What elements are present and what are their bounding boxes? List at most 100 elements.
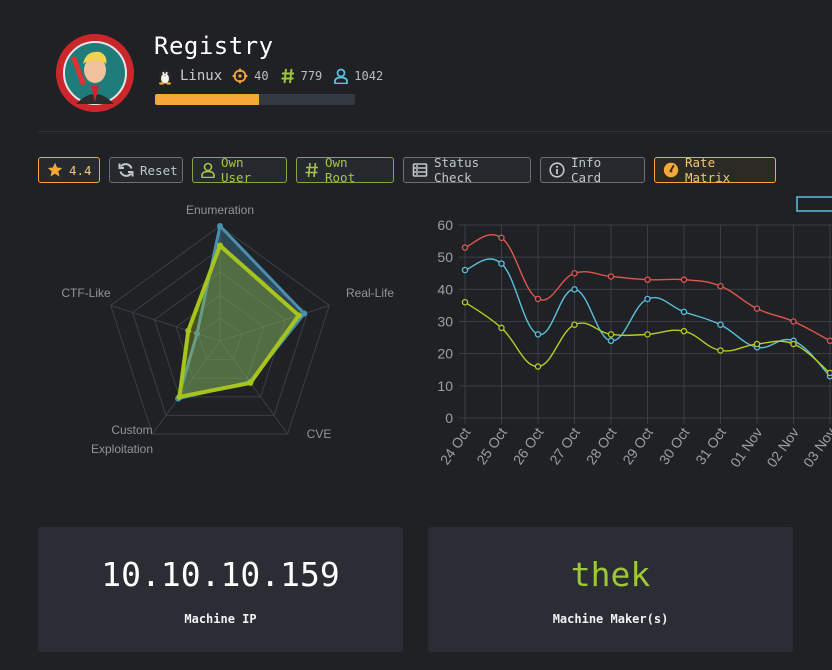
line-point [534,295,542,303]
line-point [571,286,578,293]
machine-meta: Linux 40 779 1042 [156,66,389,86]
refresh-icon [118,162,134,178]
info-card-button[interactable]: Info Card [540,155,645,185]
line-point [790,340,797,348]
line-point [498,324,505,332]
line-point [461,298,469,306]
radar-axis-label: Real-Life [346,286,394,300]
legend-box [796,196,832,212]
own-root-button[interactable]: Own Root [296,155,394,185]
line-point [607,337,615,345]
status-check-label: Status Check [434,155,480,185]
y-tick-label: 0 [445,410,453,426]
linux-penguin-icon [156,67,174,85]
machine-avatar [56,34,134,112]
rating-button[interactable]: 4.4 [38,157,100,183]
radar-chart: Enumeration Real-Life CVE Custom Exploitatio… [61,203,394,456]
hash-icon [281,68,295,84]
line-point [753,305,761,312]
line-point [680,327,688,335]
line-point [826,369,832,377]
radar-point [295,312,302,319]
user-icon [201,162,215,178]
own-user-button[interactable]: Own User [192,155,287,185]
y-tick-label: 20 [437,346,453,362]
user-icon [334,68,349,84]
reset-label: Reset [140,162,178,178]
machine-name: Registry [154,32,274,60]
machine-ip-label: Machine IP [184,612,257,626]
info-card-label: Info Card [571,155,602,185]
target-icon [232,68,248,84]
line-point [571,321,578,328]
line-point [498,260,505,267]
line-point [534,331,542,338]
line-point [680,308,688,316]
x-tick-label: 29 Oct [619,424,656,467]
machine-root-owns: 779 [300,69,323,83]
x-tick-label: 30 Oct [656,424,693,467]
machine-user-owns: 1042 [354,69,384,83]
machine-maker-card: thek Machine Maker(s) [428,527,793,652]
line-point [644,295,651,303]
header-divider [38,131,832,132]
radar-point [185,327,192,334]
machine-os: Linux [180,68,223,84]
star-icon [47,162,63,178]
radar-axis-label: CTF-Like [61,286,111,300]
radar-point [247,379,254,386]
machine-ip-card: 10.10.10.159 Machine IP [38,527,403,652]
machine-maker-label: Machine Maker(s) [552,612,669,626]
line-point [607,273,615,280]
y-tick-label: 50 [437,249,453,265]
x-tick-label: 03 Nov [800,425,832,471]
status-check-button[interactable]: Status Check [403,155,531,185]
server-icon [412,162,428,178]
line-point [498,234,505,242]
hash-icon [305,162,319,178]
radar-point [217,223,223,229]
rating-value: 4.4 [69,162,92,178]
line-point [826,337,832,345]
y-tick-label: 10 [437,378,453,394]
rate-matrix-label: Rate Matrix [685,155,731,185]
line-point [717,347,724,354]
gauge-icon [663,162,679,178]
y-tick-label: 40 [437,281,453,297]
x-tick-label: 31 Oct [692,424,729,467]
line-point [790,318,797,325]
line-point [461,244,469,251]
line-point [461,266,469,274]
x-tick-label: 28 Oct [583,424,620,467]
y-tick-label: 30 [437,314,453,330]
line-point [644,331,651,338]
owned-progress-bar [155,94,355,105]
own-user-label: Own User [221,155,252,185]
x-tick-label: 25 Oct [473,424,510,467]
radar-axis-label: CVE [307,427,332,441]
line-point [753,340,761,348]
rate-matrix-button[interactable]: Rate Matrix [654,155,776,185]
line-point [644,276,651,283]
radar-axis-label: Enumeration [186,203,254,217]
machine-maker-value[interactable]: thek [428,555,793,594]
info-icon [549,162,565,178]
action-toolbar: 4.4 Reset Own User Own Root Status Check… [38,155,776,185]
radar-point [176,393,183,400]
line-point [534,363,542,370]
own-root-label: Own Root [325,155,356,185]
x-tick-label: 02 Nov [763,425,802,471]
x-tick-label: 01 Nov [727,425,766,471]
x-tick-label: 26 Oct [510,424,547,467]
y-tick-label: 60 [437,217,453,233]
radar-axis-label: Custom Exploitation [91,423,153,456]
machine-points: 40 [254,69,269,83]
reset-button[interactable]: Reset [109,157,183,183]
x-tick-label: 24 Oct [437,424,474,467]
radar-point [301,310,308,317]
x-tick-label: 27 Oct [546,424,583,467]
radar-series-2 [177,243,301,399]
line-point [607,331,615,338]
radar-point [217,242,223,249]
machine-ip-value[interactable]: 10.10.10.159 [38,555,403,594]
